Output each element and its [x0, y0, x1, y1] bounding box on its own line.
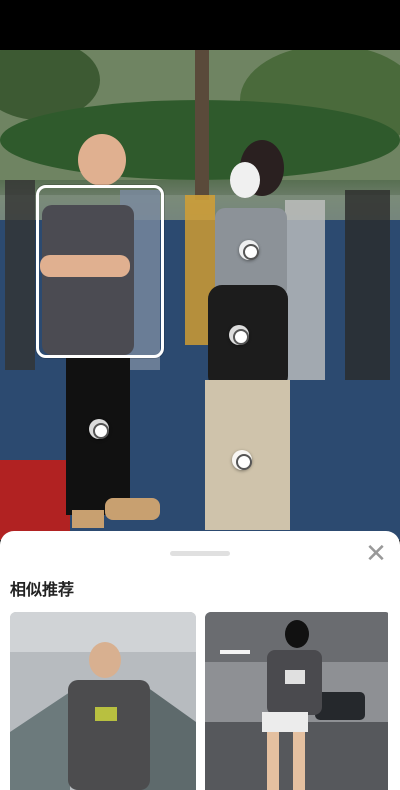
status-bar — [0, 0, 400, 50]
crop-selection-box[interactable] — [36, 185, 164, 358]
close-icon[interactable]: ✕ — [364, 540, 388, 566]
object-hotspot-2[interactable] — [229, 325, 249, 345]
object-hotspot-1[interactable] — [239, 240, 259, 260]
object-hotspot-4[interactable] — [232, 450, 252, 470]
recommendation-image-2 — [205, 612, 388, 790]
object-hotspot-3[interactable] — [89, 419, 109, 439]
search-photo — [0, 50, 400, 540]
recommendation-image-1 — [10, 612, 196, 790]
sheet-title: 相似推荐 — [10, 582, 75, 599]
similar-recommendations-sheet: ✕ 相似推荐 — [0, 531, 400, 790]
drag-handle[interactable] — [170, 551, 230, 556]
recommendation-card-2[interactable] — [205, 612, 391, 790]
recommendation-card-1[interactable] — [10, 612, 196, 790]
